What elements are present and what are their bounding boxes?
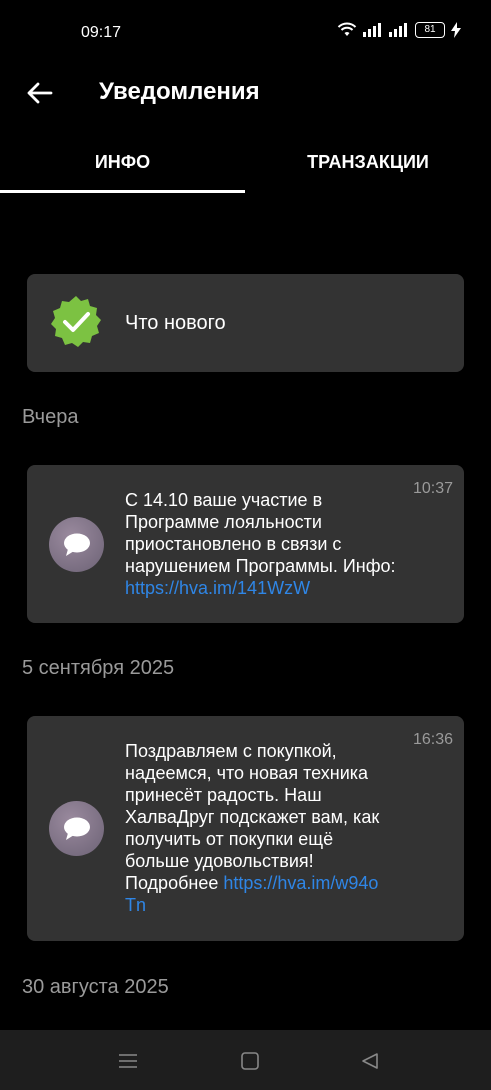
notification-text: Поздравляем с покупкой, надеемся, что но… xyxy=(125,740,387,916)
notification-body: Поздравляем с покупкой, надеемся, что но… xyxy=(125,741,380,893)
notification-time: 10:37 xyxy=(412,480,453,497)
date-header: 5 сентября 2025 xyxy=(22,657,175,679)
home-button[interactable] xyxy=(235,1046,265,1076)
charging-icon xyxy=(451,22,461,38)
back-button[interactable] xyxy=(22,76,56,110)
signal-icon-2 xyxy=(389,23,407,37)
whats-new-card[interactable]: Что нового xyxy=(27,274,464,372)
recents-button[interactable] xyxy=(113,1046,143,1076)
tab-transactions[interactable]: ТРАНЗАКЦИИ xyxy=(245,140,491,192)
date-header: 30 августа 2025 xyxy=(22,976,169,998)
notification-text: С 14.10 ваше участие в Программе лояльно… xyxy=(125,489,405,599)
menu-icon xyxy=(119,1054,137,1068)
wifi-icon xyxy=(337,22,357,36)
square-icon xyxy=(241,1052,259,1070)
notification-link[interactable]: https://hva.im/141WzW xyxy=(125,578,310,598)
chat-bubble-icon xyxy=(63,533,90,556)
system-nav-bar xyxy=(0,1030,491,1090)
chat-bubble-icon xyxy=(63,817,90,840)
tab-info[interactable]: ИНФО xyxy=(0,140,245,192)
message-avatar xyxy=(49,801,104,856)
signal-icon xyxy=(363,23,381,37)
notification-time: 16:36 xyxy=(412,731,453,748)
back-nav-button[interactable] xyxy=(355,1046,385,1076)
notification-card[interactable]: 16:36 Поздравляем с покупкой, надеемся, … xyxy=(27,716,464,941)
whats-new-label: Что нового xyxy=(125,312,226,334)
status-time: 09:17 xyxy=(81,24,122,41)
tab-indicator xyxy=(0,190,245,193)
notification-body: С 14.10 ваше участие в Программе лояльно… xyxy=(125,490,396,576)
triangle-back-icon xyxy=(362,1053,378,1069)
status-icons: 81 xyxy=(337,22,461,38)
battery-icon: 81 xyxy=(415,22,445,38)
message-avatar xyxy=(49,517,104,572)
date-header: Вчера xyxy=(22,406,79,428)
app-bar: Уведомления xyxy=(0,66,491,122)
tab-bar: ИНФО ТРАНЗАКЦИИ xyxy=(0,140,491,196)
arrow-left-icon xyxy=(27,82,53,104)
notification-card[interactable]: 10:37 С 14.10 ваше участие в Программе л… xyxy=(27,465,464,623)
page-title: Уведомления xyxy=(99,78,260,105)
verified-badge-icon xyxy=(51,296,101,347)
status-bar: 09:17 81 xyxy=(0,0,491,66)
